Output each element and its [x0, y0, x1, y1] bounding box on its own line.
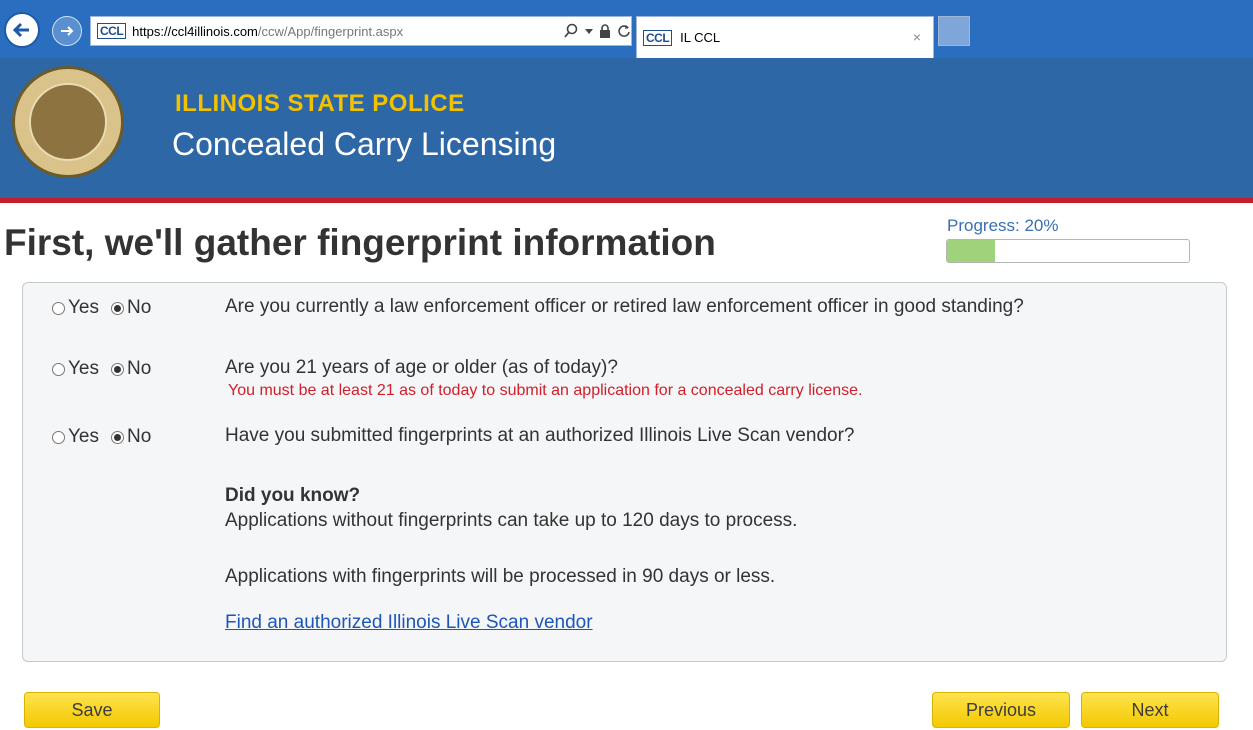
radio-group-age: Yes No [52, 358, 163, 380]
agency-name: ILLINOIS STATE POLICE [175, 90, 465, 117]
page-title: First, we'll gather fingerprint informat… [4, 222, 716, 263]
radio-yes-label: Yes [68, 426, 99, 447]
url-path: /ccw/App/fingerprint.aspx [257, 23, 404, 39]
save-button[interactable]: Save [24, 692, 160, 728]
question-age: Are you 21 years of age or older (as of … [225, 357, 618, 378]
refresh-icon[interactable] [617, 24, 631, 38]
radio-no-law-enforcement[interactable] [111, 301, 124, 315]
age-warning-message: You must be at least 21 as of today to s… [228, 382, 863, 399]
radio-group-fingerprints: Yes No [52, 426, 163, 448]
radio-yes-label: Yes [68, 358, 99, 379]
next-button[interactable]: Next [1081, 692, 1219, 728]
program-name: Concealed Carry Licensing [172, 126, 557, 162]
tab-favicon: CCL [643, 29, 673, 46]
site-favicon: CCL [97, 23, 127, 39]
progress-label: Progress: 20% [947, 216, 1059, 235]
question-law-enforcement: Are you currently a law enforcement offi… [225, 296, 1024, 317]
header-stripe [0, 198, 1253, 203]
radio-yes-fingerprints[interactable] [52, 430, 65, 444]
arrow-right-icon [61, 26, 74, 36]
radio-group-law-enforcement: Yes No [52, 297, 163, 319]
address-bar[interactable]: CCL https://ccl4illinois.com/ccw/App/fin… [90, 16, 632, 46]
radio-yes-age[interactable] [52, 362, 65, 376]
did-you-know-line-1: Applications without fingerprints can ta… [225, 510, 798, 531]
search-icon[interactable] [563, 23, 579, 39]
seal-emblem [29, 83, 107, 161]
new-tab-button[interactable] [938, 16, 970, 46]
browser-tab[interactable]: CCL IL CCL × [636, 16, 934, 58]
radio-yes-law-enforcement[interactable] [52, 301, 65, 315]
did-you-know-line-2: Applications with fingerprints will be p… [225, 566, 776, 587]
radio-no-age[interactable] [111, 362, 124, 376]
browser-chrome: CCL https://ccl4illinois.com/ccw/App/fin… [0, 0, 1253, 58]
progress-bar-fill [947, 240, 996, 262]
radio-no-label: No [127, 426, 152, 447]
forward-button[interactable] [52, 16, 82, 46]
back-button[interactable] [4, 12, 40, 48]
question-panel [22, 282, 1227, 662]
dropdown-arrow-icon[interactable] [585, 27, 593, 35]
tab-title: IL CCL [680, 30, 721, 45]
did-you-know-heading: Did you know? [225, 485, 361, 506]
lock-icon[interactable] [599, 24, 611, 38]
find-vendor-link[interactable]: Find an authorized Illinois Live Scan ve… [225, 612, 593, 634]
url-text[interactable]: https://ccl4illinois.com/ccw/App/fingerp… [132, 24, 559, 39]
previous-button[interactable]: Previous [932, 692, 1070, 728]
address-tools [563, 23, 631, 39]
question-fingerprints: Have you submitted fingerprints at an au… [225, 425, 855, 446]
close-tab-icon[interactable]: × [913, 29, 921, 45]
arrow-left-icon [12, 22, 29, 38]
radio-no-label: No [127, 297, 152, 318]
state-police-seal-logo [12, 66, 124, 178]
radio-no-fingerprints[interactable] [111, 430, 124, 444]
progress-bar [946, 239, 1190, 263]
url-domain: https://ccl4illinois.com [132, 23, 258, 39]
radio-no-label: No [127, 358, 152, 379]
radio-yes-label: Yes [68, 297, 99, 318]
